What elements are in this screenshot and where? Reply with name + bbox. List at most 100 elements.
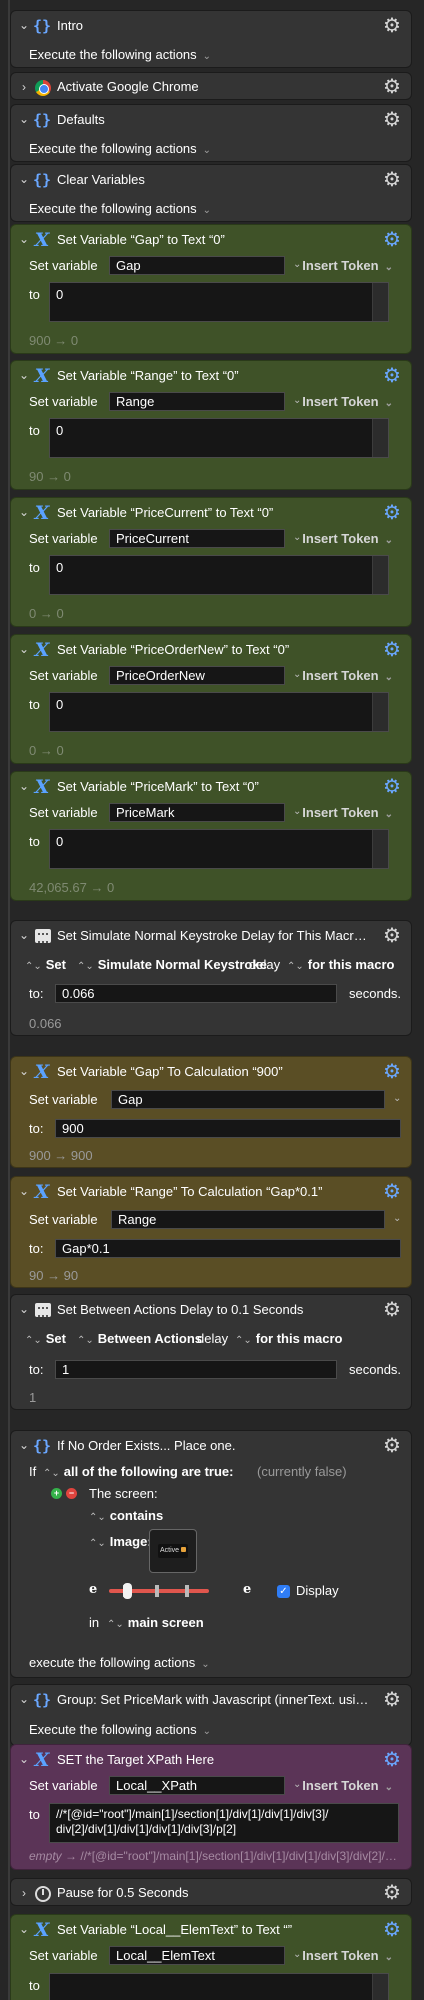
insert-token-menu[interactable]: Insert Token ⌄ <box>302 531 393 546</box>
execute-label[interactable]: Execute the following actions ⌄ <box>29 201 211 216</box>
image-well[interactable]: Active <box>149 1529 197 1573</box>
action-header[interactable]: ⌄ {} Defaults ⚙ <box>11 105 411 135</box>
gear-icon[interactable]: ⚙ <box>381 169 403 191</box>
action-activate-chrome[interactable]: › Activate Google Chrome ⚙ <box>10 72 412 100</box>
gear-icon[interactable]: ⚙ <box>381 1689 403 1711</box>
disclosure-chevron-down-icon[interactable]: ⌄ <box>18 1693 30 1705</box>
group-intro[interactable]: ⌄ {} Intro ⚙ Execute the following actio… <box>10 10 412 68</box>
action-if-then[interactable]: ⌄ {} If No Order Exists... Place one. ⚙ … <box>10 1430 412 1678</box>
action-header[interactable]: ⌄ {} Intro ⚙ <box>11 11 411 41</box>
gear-icon[interactable]: ⚙ <box>381 502 403 524</box>
disclosure-chevron-down-icon[interactable]: ⌄ <box>18 173 30 185</box>
variable-name-field[interactable]: PriceMark <box>109 803 285 822</box>
scope-popup[interactable]: ⌃⌄ for this macro <box>235 1331 342 1346</box>
scrollbar[interactable] <box>372 283 388 321</box>
action-header[interactable]: ⌄ X Set Variable “PriceMark” to Text “0”… <box>11 772 411 802</box>
scope-popup[interactable]: ⌃⌄ for this macro <box>287 957 394 972</box>
action-header[interactable]: ⌄ X Set Variable “Range” to Text “0” ⚙ <box>11 361 411 391</box>
action-header[interactable]: ⌄ X Set Variable “Local__ElemText” to Te… <box>11 1915 411 1945</box>
group-clear-variables[interactable]: ⌄ {} Clear Variables ⚙ Execute the follo… <box>10 164 412 222</box>
action-set-variable-pricemark[interactable]: ⌄ X Set Variable “PriceMark” to Text “0”… <box>10 771 412 901</box>
disclosure-chevron-down-icon[interactable]: ⌄ <box>18 506 30 518</box>
calculation-field[interactable]: Gap*0.1 <box>55 1239 401 1258</box>
text-value-area[interactable]: 0 <box>49 692 389 732</box>
action-header[interactable]: ⌄ {} Clear Variables ⚙ <box>11 165 411 195</box>
delay-value-field[interactable]: 1 <box>55 1360 337 1379</box>
execute-label[interactable]: Execute the following actions ⌄ <box>29 141 211 156</box>
insert-token-menu[interactable]: Insert Token ⌄ <box>302 258 393 273</box>
execute-label[interactable]: Execute the following actions ⌄ <box>29 1722 211 1737</box>
disclosure-chevron-down-icon[interactable]: ⌄ <box>18 780 30 792</box>
screen-area-popup[interactable]: ⌃⌄ main screen <box>107 1615 204 1630</box>
execute-label[interactable]: execute the following actions ⌄ <box>29 1655 210 1670</box>
scrollbar[interactable] <box>372 693 388 731</box>
action-header[interactable]: ⌄ X Set Variable “Gap” To Calculation “9… <box>11 1057 411 1087</box>
variable-name-field[interactable]: PriceCurrent <box>109 529 285 548</box>
delay-kind-popup[interactable]: ⌃⌄ Between Actions <box>77 1331 202 1346</box>
insert-token-menu[interactable]: Insert Token ⌄ <box>302 1948 393 1963</box>
set-popup[interactable]: ⌃⌄ Set <box>25 1331 66 1346</box>
scrollbar[interactable] <box>372 1974 388 2000</box>
action-set-xpath[interactable]: ⌄ X SET the Target XPath Here ⚙ Set vari… <box>10 1744 412 1870</box>
action-header[interactable]: › Pause for 0.5 Seconds ⚙ <box>11 1879 411 1905</box>
action-header[interactable]: ⌄ {} Group: Set PriceMark with Javascrip… <box>11 1685 411 1715</box>
action-header[interactable]: ⌄ Set Between Actions Delay to 0.1 Secon… <box>11 1295 411 1325</box>
disclosure-chevron-down-icon[interactable]: ⌄ <box>18 1439 30 1451</box>
action-header[interactable]: ⌄ X Set Variable “PriceCurrent” to Text … <box>11 498 411 528</box>
delay-kind-popup[interactable]: ⌃⌄ Simulate Normal Keystroke <box>77 957 267 972</box>
calculation-field[interactable]: 900 <box>55 1119 401 1138</box>
insert-token-menu[interactable]: Insert Token ⌄ <box>302 1778 393 1793</box>
disclosure-chevron-down-icon[interactable]: ⌄ <box>18 929 30 941</box>
text-value-area[interactable]: 0 <box>49 829 389 869</box>
action-set-variable-gap[interactable]: ⌄ X Set Variable “Gap” to Text “0” ⚙ Set… <box>10 224 412 354</box>
action-header[interactable]: › Activate Google Chrome ⚙ <box>11 73 411 99</box>
contains-popup[interactable]: ⌃⌄ contains <box>89 1508 163 1523</box>
action-calc-gap[interactable]: ⌄ X Set Variable “Gap” To Calculation “9… <box>10 1056 412 1168</box>
group-defaults[interactable]: ⌄ {} Defaults ⚙ Execute the following ac… <box>10 104 412 162</box>
add-condition-icon[interactable]: + <box>51 1488 62 1499</box>
gear-icon[interactable]: ⚙ <box>381 1061 403 1083</box>
action-calc-range[interactable]: ⌄ X Set Variable “Range” To Calculation … <box>10 1176 412 1288</box>
disclosure-chevron-down-icon[interactable]: ⌄ <box>18 233 30 245</box>
chevron-down-icon[interactable]: ⌄ <box>393 1213 401 1224</box>
chevron-down-icon[interactable]: ⌄ <box>293 259 301 270</box>
insert-token-menu[interactable]: Insert Token ⌄ <box>302 805 393 820</box>
gear-icon[interactable]: ⚙ <box>381 109 403 131</box>
action-set-variable-range[interactable]: ⌄ X Set Variable “Range” to Text “0” ⚙ S… <box>10 360 412 490</box>
disclosure-chevron-right-icon[interactable]: › <box>18 81 30 93</box>
action-set-variable-priceordernew[interactable]: ⌄ X Set Variable “PriceOrderNew” to Text… <box>10 634 412 764</box>
fuzziness-slider[interactable] <box>109 1583 209 1599</box>
chevron-down-icon[interactable]: ⌄ <box>293 1949 301 1960</box>
action-header[interactable]: ⌄ X SET the Target XPath Here ⚙ <box>11 1745 411 1775</box>
text-value-area[interactable]: 0 <box>49 282 389 322</box>
disclosure-chevron-down-icon[interactable]: ⌄ <box>18 113 30 125</box>
disclosure-chevron-down-icon[interactable]: ⌄ <box>18 1303 30 1315</box>
delay-value-field[interactable]: 0.066 <box>55 984 337 1003</box>
remove-condition-icon[interactable]: − <box>66 1488 77 1499</box>
gear-icon[interactable]: ⚙ <box>381 1181 403 1203</box>
gear-icon[interactable]: ⚙ <box>381 365 403 387</box>
execute-label[interactable]: Execute the following actions ⌄ <box>29 47 211 62</box>
text-value-area[interactable] <box>49 1973 389 2000</box>
chevron-down-icon[interactable]: ⌄ <box>293 669 301 680</box>
chevron-down-icon[interactable]: ⌄ <box>293 1779 301 1790</box>
disclosure-chevron-down-icon[interactable]: ⌄ <box>18 1923 30 1935</box>
scrollbar[interactable] <box>372 556 388 594</box>
gear-icon[interactable]: ⚙ <box>381 15 403 37</box>
chevron-down-icon[interactable]: ⌄ <box>393 1093 401 1104</box>
gear-icon[interactable]: ⚙ <box>381 76 403 98</box>
action-between-actions-delay[interactable]: ⌄ Set Between Actions Delay to 0.1 Secon… <box>10 1294 412 1410</box>
gear-icon[interactable]: ⚙ <box>381 776 403 798</box>
disclosure-chevron-down-icon[interactable]: ⌄ <box>18 1185 30 1197</box>
text-value-area[interactable]: 0 <box>49 418 389 458</box>
action-header[interactable]: ⌄ X Set Variable “PriceOrderNew” to Text… <box>11 635 411 665</box>
slider-knob[interactable] <box>122 1583 132 1599</box>
action-header[interactable]: ⌄ Set Simulate Normal Keystroke Delay fo… <box>11 921 411 951</box>
display-checkbox[interactable]: ✓ Display <box>277 1583 339 1599</box>
image-popup[interactable]: ⌃⌄ Image: <box>89 1534 152 1549</box>
text-value-area[interactable]: 0 <box>49 555 389 595</box>
disclosure-chevron-down-icon[interactable]: ⌄ <box>18 1753 30 1765</box>
text-value-area[interactable]: //*[@id="root"]/main[1]/section[1]/div[1… <box>49 1803 399 1843</box>
disclosure-chevron-down-icon[interactable]: ⌄ <box>18 1065 30 1077</box>
chevron-down-icon[interactable]: ⌄ <box>293 532 301 543</box>
